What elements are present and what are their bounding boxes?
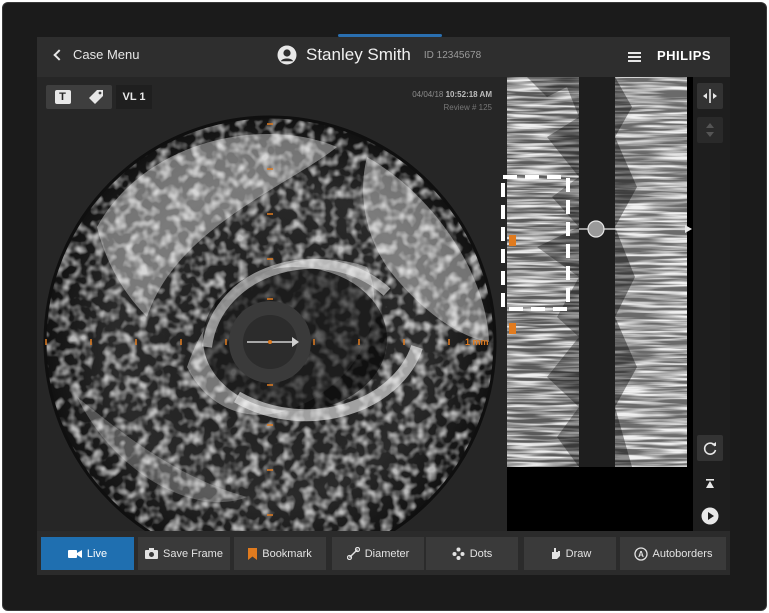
autoborders-button[interactable]: A Autoborders: [620, 537, 726, 570]
acquisition-time: 10:52:18 AM: [445, 90, 492, 99]
svg-text:A: A: [638, 550, 644, 559]
bookmark-marker[interactable]: [509, 323, 516, 334]
live-label: Live: [86, 547, 108, 560]
dots-icon: [452, 547, 465, 560]
ivus-cross-section-panel[interactable]: T VL 1 04/04/18 10:52:18 AM Review # 125…: [37, 77, 507, 531]
patient-id: ID 12345678: [423, 49, 482, 61]
case-menu-button[interactable]: Case Menu: [51, 47, 139, 62]
draw-button[interactable]: Draw: [524, 537, 616, 570]
crosshair-button[interactable]: [697, 83, 723, 109]
live-button[interactable]: Live: [41, 537, 134, 570]
crosshair-icon: [703, 89, 717, 103]
autoborders-label: Autoborders: [652, 547, 713, 560]
skip-top-button[interactable]: [697, 471, 723, 497]
brand-logo: PHILIPS: [657, 48, 712, 63]
tag-tool-button[interactable]: [86, 88, 106, 106]
sort-button[interactable]: [697, 117, 723, 143]
bookmark-icon: [248, 547, 258, 560]
scale-label: 1 mm: [465, 337, 489, 347]
vessel-label[interactable]: VL 1: [116, 85, 152, 109]
ivus-image: [43, 115, 497, 531]
user-avatar-icon: [277, 45, 297, 65]
text-tool-button[interactable]: T: [53, 88, 73, 106]
save-frame-label: Save Frame: [163, 547, 223, 560]
diameter-label: Diameter: [364, 547, 410, 560]
diameter-button[interactable]: Diameter: [332, 537, 424, 570]
bottom-toolbar: Live Save Frame Bookmark Diameter Dots D…: [37, 531, 730, 575]
refresh-icon: [703, 442, 717, 455]
play-button[interactable]: [697, 503, 723, 529]
autoborders-icon: A: [633, 546, 648, 561]
tag-icon: [88, 90, 103, 104]
bookmark-label: Bookmark: [262, 547, 312, 560]
save-frame-button[interactable]: Save Frame: [138, 537, 230, 570]
bookmark-button[interactable]: Bookmark: [234, 537, 326, 570]
skip-top-icon: [706, 479, 714, 488]
app-screen: Case Menu Stanley Smith ID 12345678 PHIL…: [37, 37, 730, 575]
top-bar: Case Menu Stanley Smith ID 12345678 PHIL…: [37, 37, 730, 77]
video-camera-icon: [67, 549, 82, 558]
back-chevron-icon: [53, 48, 65, 61]
refresh-button[interactable]: [697, 435, 723, 461]
acquisition-date: 04/04/18: [412, 90, 444, 99]
sort-arrows-icon: [706, 123, 714, 137]
review-number: Review # 125: [443, 103, 492, 112]
draw-hand-icon: [551, 548, 560, 559]
camera-icon: [145, 548, 159, 559]
hamburger-menu-icon[interactable]: [628, 52, 641, 62]
patient-name: Stanley Smith: [306, 45, 411, 64]
dots-label: Dots: [469, 547, 493, 560]
playback-controls: [693, 77, 730, 531]
dots-button[interactable]: Dots: [426, 537, 518, 570]
patient-info: Stanley Smith ID 12345678: [277, 45, 481, 65]
highlight-box: [501, 175, 570, 311]
draw-label: Draw: [565, 547, 592, 560]
play-icon: [701, 507, 719, 525]
acquisition-datetime: 04/04/18 10:52:18 AM: [377, 90, 492, 99]
text-tool-icon: T: [54, 90, 71, 104]
annotation-tools: T: [46, 85, 112, 109]
diameter-icon: [346, 547, 360, 560]
case-menu-label: Case Menu: [73, 47, 140, 62]
